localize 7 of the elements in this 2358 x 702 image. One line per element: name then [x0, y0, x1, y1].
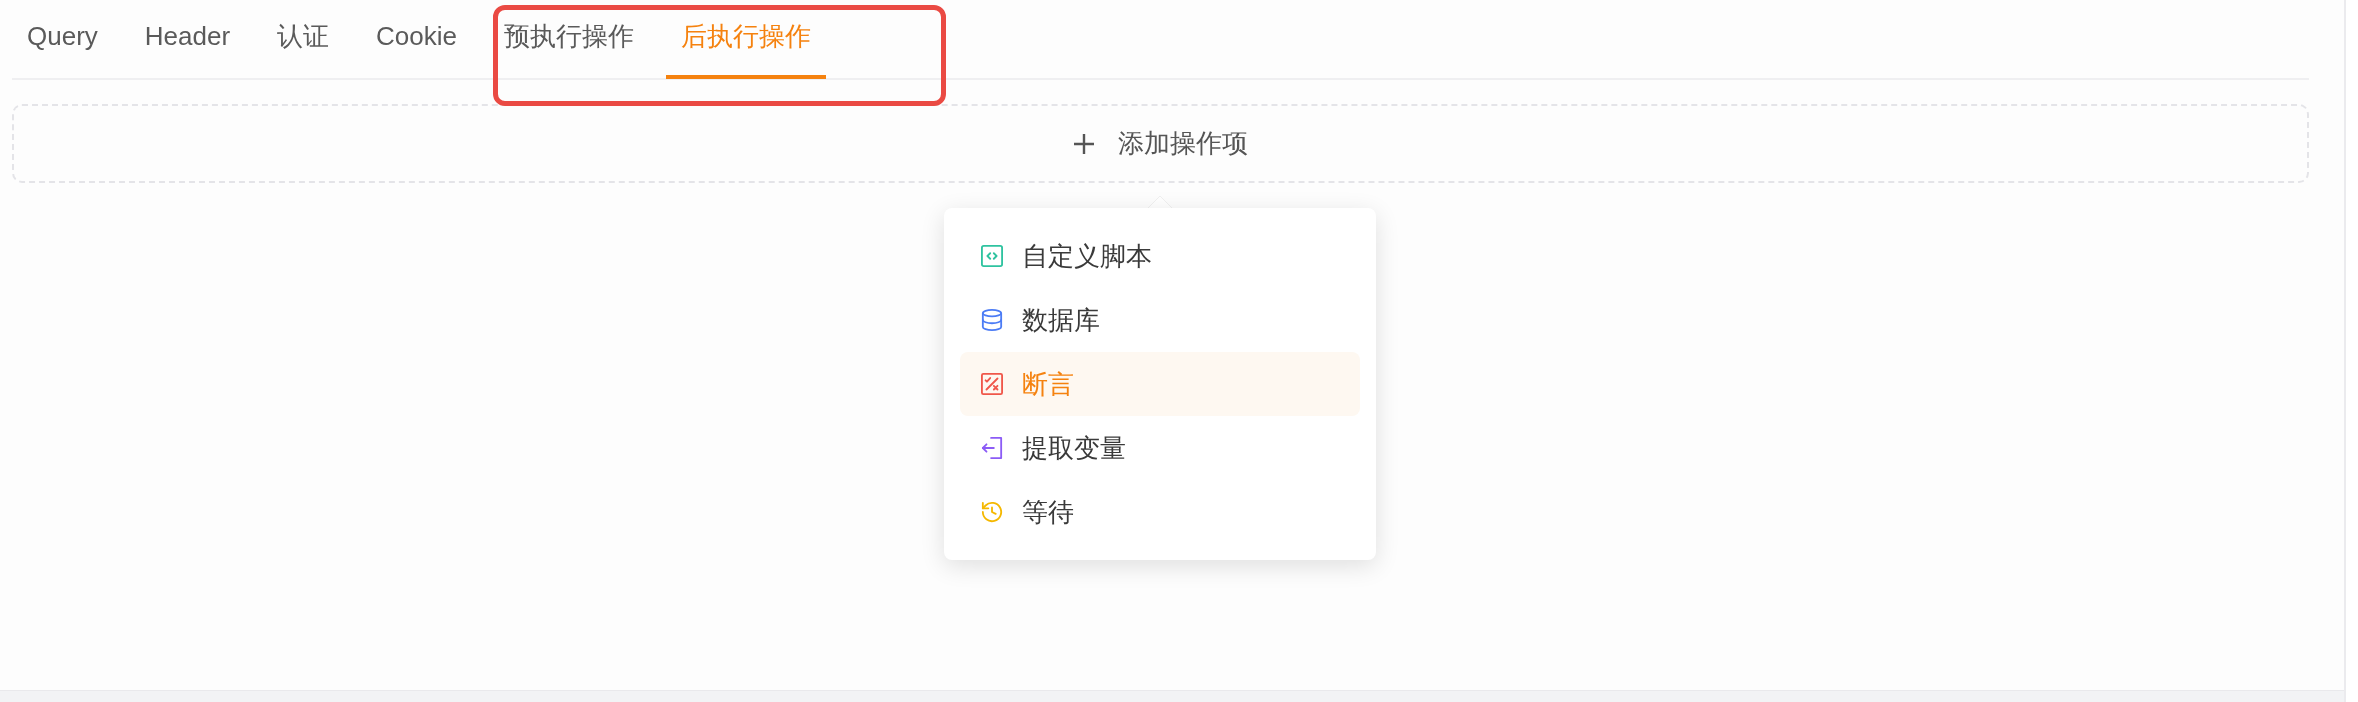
plus-icon	[1073, 133, 1094, 154]
tab[interactable]: Cookie	[361, 0, 473, 79]
tab[interactable]: 认证	[262, 0, 345, 79]
add-action-button[interactable]: 添加操作项	[12, 104, 2309, 183]
tab[interactable]: 预执行操作	[489, 0, 650, 79]
tab[interactable]: Header	[129, 0, 246, 79]
tab[interactable]: Query	[12, 0, 113, 79]
